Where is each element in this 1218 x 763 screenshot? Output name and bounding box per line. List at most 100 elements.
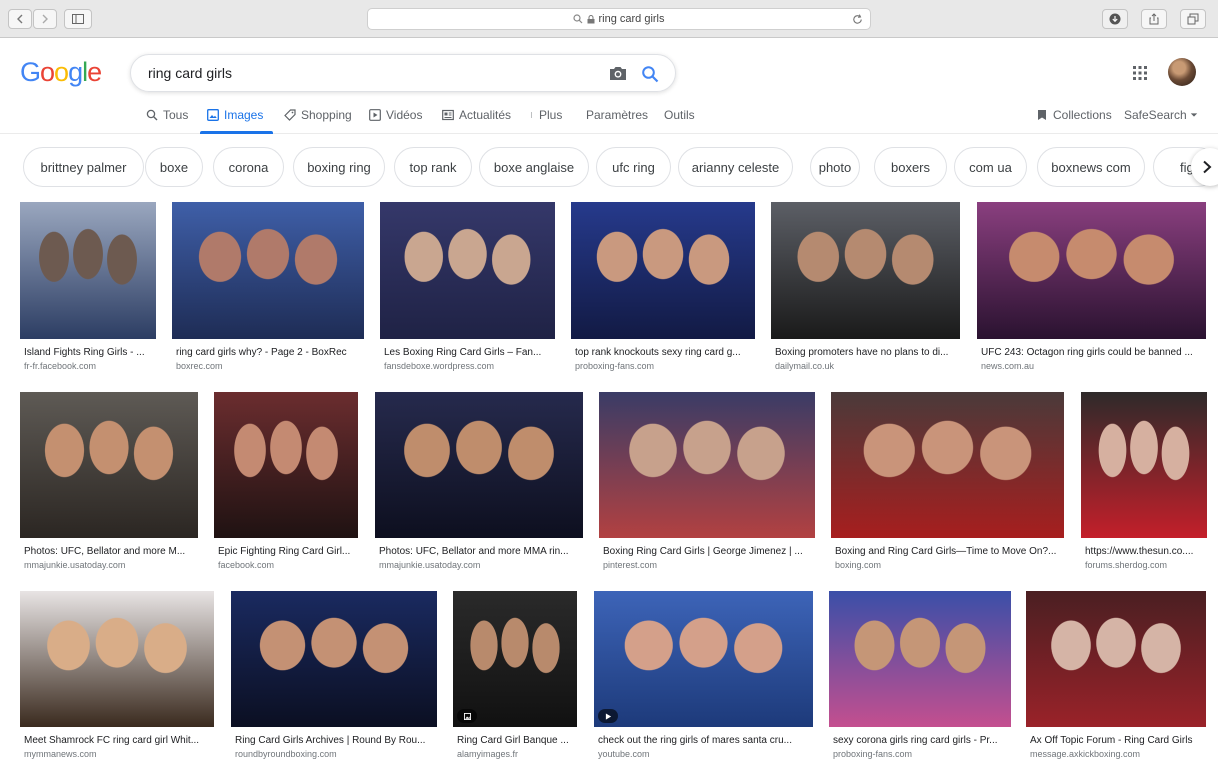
result-source[interactable]: mmajunkie.usatoday.com: [379, 559, 583, 571]
google-logo[interactable]: Google: [20, 57, 102, 88]
image-result[interactable]: Ring Card Girl Banque ... alamyimages.fr: [453, 591, 577, 760]
result-source[interactable]: mymmanews.com: [24, 748, 214, 760]
image-result[interactable]: Photos: UFC, Bellator and more M... mmaju…: [20, 392, 198, 571]
camera-icon[interactable]: [609, 65, 627, 81]
result-source[interactable]: boxing.com: [835, 559, 1064, 571]
result-thumbnail[interactable]: [1026, 591, 1206, 727]
image-result[interactable]: Boxing Ring Card Girls | George Jimenez …: [599, 392, 815, 570]
related-search-chip[interactable]: arianny celeste: [678, 147, 793, 187]
result-thumbnail[interactable]: [571, 202, 755, 339]
image-result[interactable]: Boxing promoters have no plans to di... d…: [771, 202, 960, 372]
related-search-chip[interactable]: brittney palmer: [23, 147, 144, 187]
result-thumbnail[interactable]: [375, 392, 583, 538]
image-result[interactable]: Ax Off Topic Forum - Ring Card Girls mess…: [1026, 591, 1206, 759]
result-title[interactable]: check out the ring girls of mares santa …: [598, 734, 813, 747]
result-thumbnail[interactable]: [453, 591, 577, 727]
result-source[interactable]: proboxing-fans.com: [575, 360, 755, 372]
result-thumbnail[interactable]: [380, 202, 555, 339]
apps-grid-icon[interactable]: [1133, 66, 1147, 80]
related-search-chip[interactable]: photo: [810, 147, 860, 187]
result-source[interactable]: mmajunkie.usatoday.com: [24, 559, 198, 571]
address-bar[interactable]: ring card girls: [367, 8, 871, 30]
result-thumbnail[interactable]: [977, 202, 1206, 339]
result-source[interactable]: facebook.com: [218, 559, 358, 571]
image-result[interactable]: Les Boxing Ring Card Girls – Fan... fansd…: [380, 202, 555, 372]
collections-button[interactable]: Collections: [1036, 106, 1112, 124]
result-thumbnail[interactable]: [20, 202, 156, 339]
image-result[interactable]: Island Fights Ring Girls - ... fr-fr.face…: [20, 202, 156, 372]
image-result[interactable]: check out the ring girls of mares santa …: [594, 591, 813, 760]
result-thumbnail[interactable]: [172, 202, 364, 339]
result-title[interactable]: Ax Off Topic Forum - Ring Card Girls: [1030, 734, 1206, 747]
tab-tools[interactable]: Outils: [664, 106, 695, 124]
image-result[interactable]: ring card girls why? - Page 2 - BoxRec bo…: [172, 202, 364, 372]
result-thumbnail[interactable]: [829, 591, 1011, 727]
result-thumbnail[interactable]: [831, 392, 1064, 538]
result-source[interactable]: news.com.au: [981, 360, 1206, 372]
forward-button[interactable]: [33, 9, 57, 29]
result-title[interactable]: Boxing Ring Card Girls | George Jimenez …: [603, 545, 815, 558]
safesearch-button[interactable]: SafeSearch: [1124, 106, 1198, 124]
image-result[interactable]: Boxing and Ring Card Girls—Time to Move …: [831, 392, 1064, 571]
related-search-chip[interactable]: top rank: [394, 147, 472, 187]
image-result[interactable]: top rank knockouts sexy ring card g... pr…: [571, 202, 755, 372]
related-search-chip[interactable]: boxnews com: [1037, 147, 1145, 187]
tab-news[interactable]: Actualités: [442, 106, 511, 124]
search-icon[interactable]: [641, 65, 659, 83]
image-result[interactable]: Ring Card Girls Archives | Round By Rou.…: [231, 591, 437, 760]
result-title[interactable]: Ring Card Girl Banque ...: [457, 734, 577, 747]
result-title[interactable]: top rank knockouts sexy ring card g...: [575, 346, 755, 359]
result-source[interactable]: youtube.com: [598, 748, 813, 760]
reload-icon[interactable]: [851, 13, 864, 26]
image-result[interactable]: Meet Shamrock FC ring card girl Whit... m…: [20, 591, 214, 760]
result-title[interactable]: https://www.thesun.co....: [1085, 545, 1207, 558]
result-title[interactable]: Photos: UFC, Bellator and more MMA rin..…: [379, 545, 583, 558]
image-result[interactable]: Photos: UFC, Bellator and more MMA rin..…: [375, 392, 583, 571]
tab-all[interactable]: Tous: [146, 106, 188, 124]
avatar[interactable]: [1168, 58, 1196, 86]
related-search-chip[interactable]: boxe: [145, 147, 203, 187]
image-result[interactable]: https://www.thesun.co.... forums.sherdog.…: [1081, 392, 1207, 571]
tab-more[interactable]: Plus: [530, 106, 562, 124]
related-search-chip[interactable]: corona: [213, 147, 284, 187]
tabs-overview-button[interactable]: [1180, 9, 1206, 29]
sidebar-button[interactable]: [64, 9, 92, 29]
result-title[interactable]: Epic Fighting Ring Card Girl...: [218, 545, 358, 558]
related-search-chip[interactable]: com ua: [954, 147, 1027, 187]
result-title[interactable]: Island Fights Ring Girls - ...: [24, 346, 156, 359]
result-source[interactable]: alamyimages.fr: [457, 748, 577, 760]
result-thumbnail[interactable]: [1081, 392, 1207, 538]
related-search-chip[interactable]: ufc ring: [596, 147, 671, 187]
related-search-chip[interactable]: boxing ring: [293, 147, 385, 187]
result-title[interactable]: Boxing promoters have no plans to di...: [775, 346, 960, 359]
tab-images[interactable]: Images: [207, 106, 263, 124]
result-title[interactable]: Meet Shamrock FC ring card girl Whit...: [24, 734, 214, 747]
result-thumbnail[interactable]: [20, 591, 214, 727]
result-thumbnail[interactable]: [231, 591, 437, 727]
back-button[interactable]: [8, 9, 32, 29]
result-source[interactable]: roundbyroundboxing.com: [235, 748, 437, 760]
result-source[interactable]: boxrec.com: [176, 360, 364, 372]
result-source[interactable]: fr-fr.facebook.com: [24, 360, 156, 372]
result-title[interactable]: Ring Card Girls Archives | Round By Rou.…: [235, 734, 437, 747]
tab-videos[interactable]: Vidéos: [369, 106, 422, 124]
result-source[interactable]: dailymail.co.uk: [775, 360, 960, 372]
related-search-chip[interactable]: boxers: [874, 147, 947, 187]
result-source[interactable]: fansdeboxe.wordpress.com: [384, 360, 555, 372]
result-thumbnail[interactable]: [594, 591, 813, 727]
search-input[interactable]: [148, 65, 608, 81]
image-result[interactable]: UFC 243: Octagon ring girls could be ban…: [977, 202, 1206, 372]
related-search-chip[interactable]: boxe anglaise: [479, 147, 589, 187]
image-result[interactable]: Epic Fighting Ring Card Girl... facebook.…: [214, 392, 358, 571]
result-title[interactable]: sexy corona girls ring card girls - Pr..…: [833, 734, 1011, 747]
result-source[interactable]: forums.sherdog.com: [1085, 559, 1207, 571]
image-result[interactable]: sexy corona girls ring card girls - Pr..…: [829, 591, 1011, 760]
share-button[interactable]: [1141, 9, 1167, 29]
result-title[interactable]: ring card girls why? - Page 2 - BoxRec: [176, 346, 364, 359]
result-thumbnail[interactable]: [771, 202, 960, 339]
downloads-button[interactable]: [1102, 9, 1128, 29]
result-source[interactable]: proboxing-fans.com: [833, 748, 1011, 760]
tab-shopping[interactable]: Shopping: [284, 106, 352, 124]
result-title[interactable]: Les Boxing Ring Card Girls – Fan...: [384, 346, 555, 359]
result-title[interactable]: Photos: UFC, Bellator and more M...: [24, 545, 198, 558]
